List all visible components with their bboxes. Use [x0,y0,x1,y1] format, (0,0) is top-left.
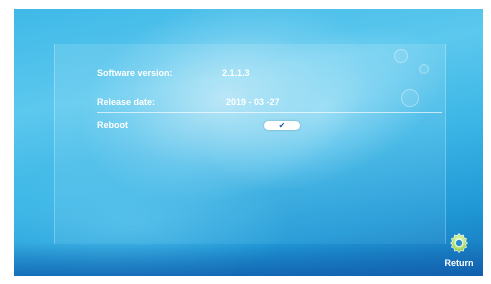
return-label: Return [444,258,474,268]
reboot-toggle[interactable]: ✔ [264,121,300,130]
settings-screen: Software version: 2.1.1.3 Release date: … [14,9,483,276]
reboot-label: Reboot [97,120,128,130]
divider [97,112,442,113]
checkmark-icon: ✔ [278,121,286,130]
bottom-band [14,242,483,276]
release-date-value: 2019 - 03 -27 [226,97,280,107]
software-version-value: 2.1.1.3 [222,68,250,78]
return-button[interactable]: Return [438,232,480,274]
software-version-label: Software version: [97,68,173,78]
release-date-label: Release date: [97,97,156,107]
gear-icon [450,233,468,253]
